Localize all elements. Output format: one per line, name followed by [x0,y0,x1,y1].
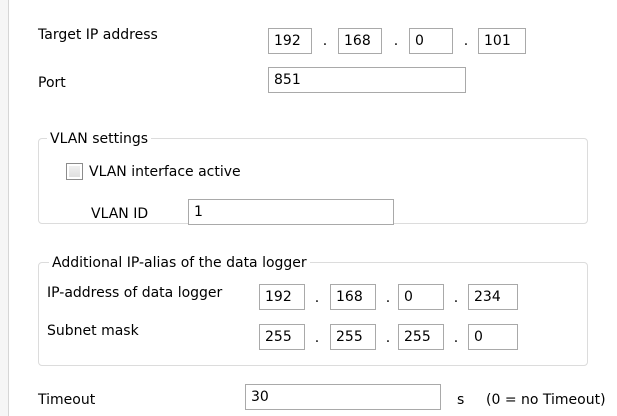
vlan-interface-active-label: VLAN interface active [89,164,241,180]
timeout-hint: (0 = no Timeout) [486,392,606,408]
target-ip-dot-2: . [393,33,399,49]
subnet-mask-octet-3[interactable]: 255 [398,324,444,350]
ip-alias-group [38,262,588,366]
logger-ip-dot-1: . [314,290,320,306]
timeout-unit: s [457,392,465,408]
logger-ip-octet-3[interactable]: 0 [398,284,444,310]
target-ip-dot-1: . [322,33,328,49]
subnet-mask-dot-3: . [453,330,459,346]
subnet-mask-label: Subnet mask [47,323,139,339]
target-ip-octet-2[interactable]: 168 [338,28,382,54]
subnet-mask-octet-1[interactable]: 255 [259,324,305,350]
logger-ip-label: IP-address of data logger [47,285,223,301]
logger-ip-dot-2: . [385,290,391,306]
logger-ip-dot-3: . [453,290,459,306]
target-ip-octet-1[interactable]: 192 [268,28,312,54]
target-ip-octet-3[interactable]: 0 [409,28,453,54]
subnet-mask-octet-4[interactable]: 0 [468,324,518,350]
logger-ip-octet-1[interactable]: 192 [259,284,305,310]
target-ip-octet-4[interactable]: 101 [478,28,526,54]
target-ip-label: Target IP address [38,27,158,43]
logger-ip-octet-2[interactable]: 168 [330,284,376,310]
ip-alias-legend: Additional IP-alias of the data logger [49,255,310,271]
timeout-label: Timeout [38,392,96,408]
vlan-settings-legend: VLAN settings [47,131,152,147]
vlan-interface-active-checkbox[interactable] [66,163,83,180]
timeout-input[interactable]: 30 [245,384,441,410]
subnet-mask-octet-2[interactable]: 255 [330,324,376,350]
subnet-mask-dot-2: . [385,330,391,346]
left-panel-edge [0,0,9,416]
port-input[interactable]: 851 [268,67,466,93]
target-ip-dot-3: . [463,33,469,49]
port-label: Port [38,75,66,91]
logger-ip-octet-4[interactable]: 234 [468,284,518,310]
vlan-id-label: VLAN ID [91,206,149,222]
subnet-mask-dot-1: . [314,330,320,346]
vlan-id-input[interactable]: 1 [188,199,394,225]
